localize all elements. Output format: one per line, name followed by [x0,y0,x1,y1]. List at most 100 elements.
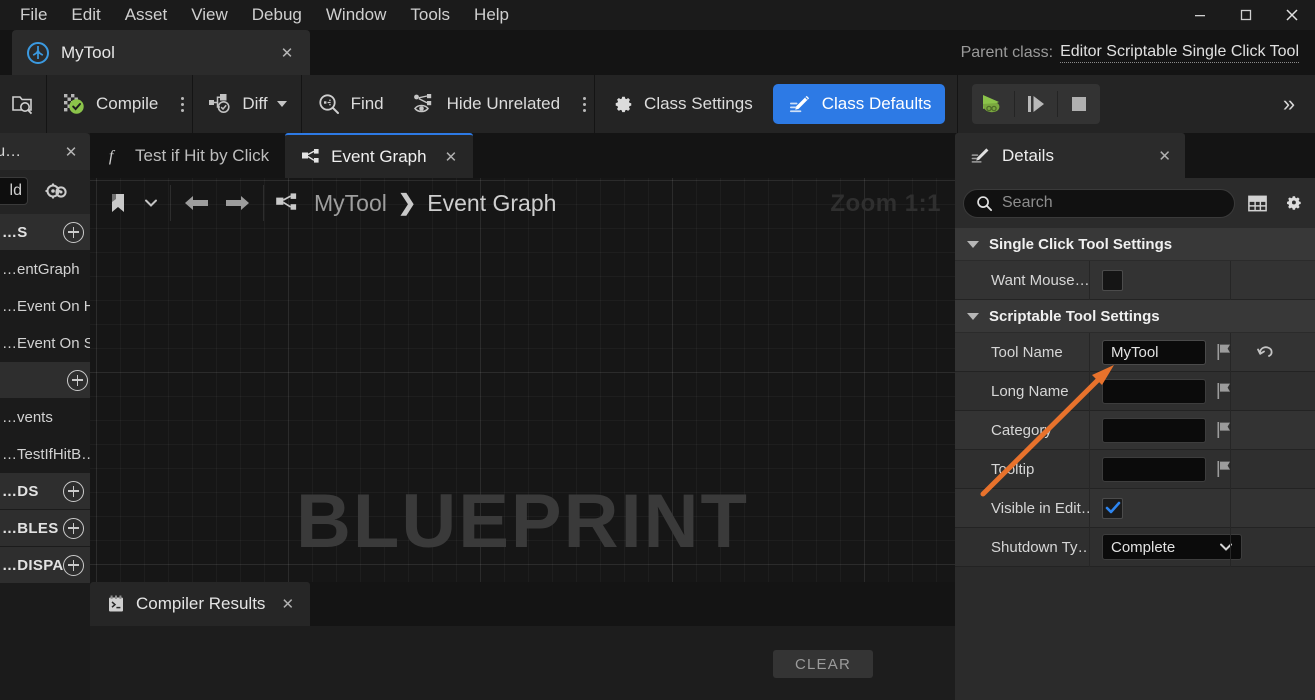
left-panel-search-input[interactable]: ld [0,177,28,205]
asset-tab-label: MyTool [61,42,115,62]
tab-close-icon[interactable]: ✕ [1158,147,1171,165]
parent-class-link[interactable]: Editor Scriptable Single Click Tool [1060,43,1299,63]
diff-label: Diff [242,94,268,113]
details-view-columns-button[interactable] [1243,189,1271,217]
minimize-icon [1195,15,1205,17]
outline-item-eventgraph[interactable]: …entGraph [0,251,90,288]
tab-compiler-results[interactable]: Compiler Results ✕ [90,582,311,626]
add-graph-icon[interactable] [63,221,84,243]
breadcrumb-item-event-graph[interactable]: Event Graph [427,190,556,217]
add-dispatcher-icon[interactable] [63,554,84,576]
outline-header-variables[interactable]: …BLES [0,510,90,547]
graph-tab-bar: f Test if Hit by Click Event Graph ✕ [90,133,955,178]
clear-button[interactable]: CLEAR [773,650,873,678]
outline-item-testifhitbyclick[interactable]: …TestIfHitB… [0,436,90,473]
close-window-button[interactable] [1269,0,1315,30]
kebab-icon [180,96,184,112]
outline-item-event-on-hit[interactable]: …Event On H… [0,288,90,325]
add-function-icon[interactable] [67,369,88,391]
breadcrumb-item-mytool[interactable]: MyTool [314,190,387,217]
bookmark-button[interactable] [98,181,138,225]
menu-item-view[interactable]: View [179,0,240,30]
menu-item-edit[interactable]: Edit [59,0,112,30]
left-panel-settings-button[interactable] [42,179,70,203]
navigate-back-button[interactable] [177,181,217,225]
tool-name-field[interactable]: MyTool [1102,339,1206,365]
class-settings-button[interactable]: Class Settings [595,75,767,133]
flag-icon[interactable] [1216,382,1232,400]
graph-grid [90,178,955,582]
shutdown-type-select[interactable]: Complete [1102,534,1242,560]
diff-button[interactable]: Diff [193,75,300,133]
menu-item-window[interactable]: Window [314,0,398,30]
search-icon [977,195,993,211]
tab-event-graph[interactable]: Event Graph ✕ [285,133,474,178]
add-variable-icon[interactable] [63,517,84,539]
tooltip-field[interactable] [1102,456,1206,482]
add-macro-icon[interactable] [63,480,84,502]
play-button[interactable] [972,84,1014,124]
menu-item-help[interactable]: Help [462,0,521,30]
bookmark-dropdown-button[interactable] [138,181,164,225]
navigate-forward-button[interactable] [217,181,257,225]
menu-item-file[interactable]: File [8,0,59,30]
outline-header-functions[interactable] [0,362,90,399]
outline-header-event-dispatchers[interactable]: …DISPA… [0,547,90,584]
tab-test-if-hit-by-click[interactable]: f Test if Hit by Click [90,133,285,178]
long-name-field[interactable] [1102,378,1206,404]
compile-options-button[interactable] [172,75,192,133]
tool-name-value: MyTool [1111,343,1159,361]
minimize-button[interactable] [1177,0,1223,30]
want-mouse-hover-checkbox[interactable] [1102,269,1123,291]
clear-button-label: CLEAR [794,655,852,673]
class-defaults-label: Class Defaults [821,94,932,113]
breadcrumb-separator: ❯ [397,190,417,215]
menu-item-asset[interactable]: Asset [113,0,180,30]
asset-tab-mytool[interactable]: MyTool ✕ [12,30,310,75]
tab-close-icon[interactable]: ✕ [281,595,294,613]
table-columns-icon [1247,195,1267,211]
flag-icon[interactable] [1216,421,1232,439]
tab-label: Event Graph [331,146,427,166]
category-header-single-click-tool-settings[interactable]: Single Click Tool Settings [955,228,1315,261]
menu-bar: File Edit Asset View Debug Window Tools … [0,0,1315,30]
revert-icon[interactable] [1256,342,1276,362]
browse-asset-icon [10,91,36,117]
maximize-button[interactable] [1223,0,1269,30]
asset-tab-close-icon[interactable]: ✕ [278,44,296,62]
flag-icon[interactable] [1216,460,1232,478]
outline-header-macros[interactable]: …DS [0,473,90,510]
tab-details[interactable]: Details ✕ [955,133,1185,178]
category-header-scriptable-tool-settings[interactable]: Scriptable Tool Settings [955,300,1315,333]
property-label: Visible in Edit… [955,488,1090,528]
stop-button[interactable] [1058,84,1100,124]
menu-item-tools[interactable]: Tools [398,0,462,30]
hide-unrelated-options-button[interactable] [574,75,594,133]
find-button[interactable]: Find [302,75,398,133]
shutdown-type-value: Complete [1111,538,1176,556]
details-search-input[interactable]: Search [963,188,1235,218]
event-graph-canvas[interactable]: BLUEPRINT MyTool ❯ Event Graph Zoom 1:1 [90,178,955,582]
blueprint-panel-tab[interactable]: Blu… ✕ [0,133,90,170]
outline-item-label: …vents [2,409,53,426]
outline-item-label: …entGraph [2,261,80,278]
outline-item-overridable-events[interactable]: …vents [0,399,90,436]
outline-header-graphs[interactable]: …S [0,214,90,251]
gear-icon [1287,196,1301,210]
hide-unrelated-button[interactable]: Hide Unrelated [398,75,574,133]
class-defaults-button[interactable]: Class Defaults [772,84,946,124]
visible-in-editor-checkbox[interactable] [1102,497,1123,519]
category-field[interactable] [1102,417,1206,443]
outline-item-event-on-s[interactable]: …Event On S… [0,325,90,362]
toolbar-overflow-button[interactable]: » [1267,75,1311,133]
menu-item-debug[interactable]: Debug [240,0,314,30]
flag-icon[interactable] [1216,343,1232,361]
tab-close-icon[interactable]: ✕ [445,148,458,166]
step-button[interactable] [1015,84,1057,124]
blueprint-panel-tab-close-icon[interactable]: ✕ [62,143,80,161]
details-panel: Search Single Click Tool Settings Want M… [955,178,1315,700]
details-settings-button[interactable] [1279,189,1307,217]
browse-asset-button[interactable] [0,75,46,133]
property-row-visible-in-editor: Visible in Edit… [955,488,1315,528]
compile-button[interactable]: Compile [47,75,172,133]
